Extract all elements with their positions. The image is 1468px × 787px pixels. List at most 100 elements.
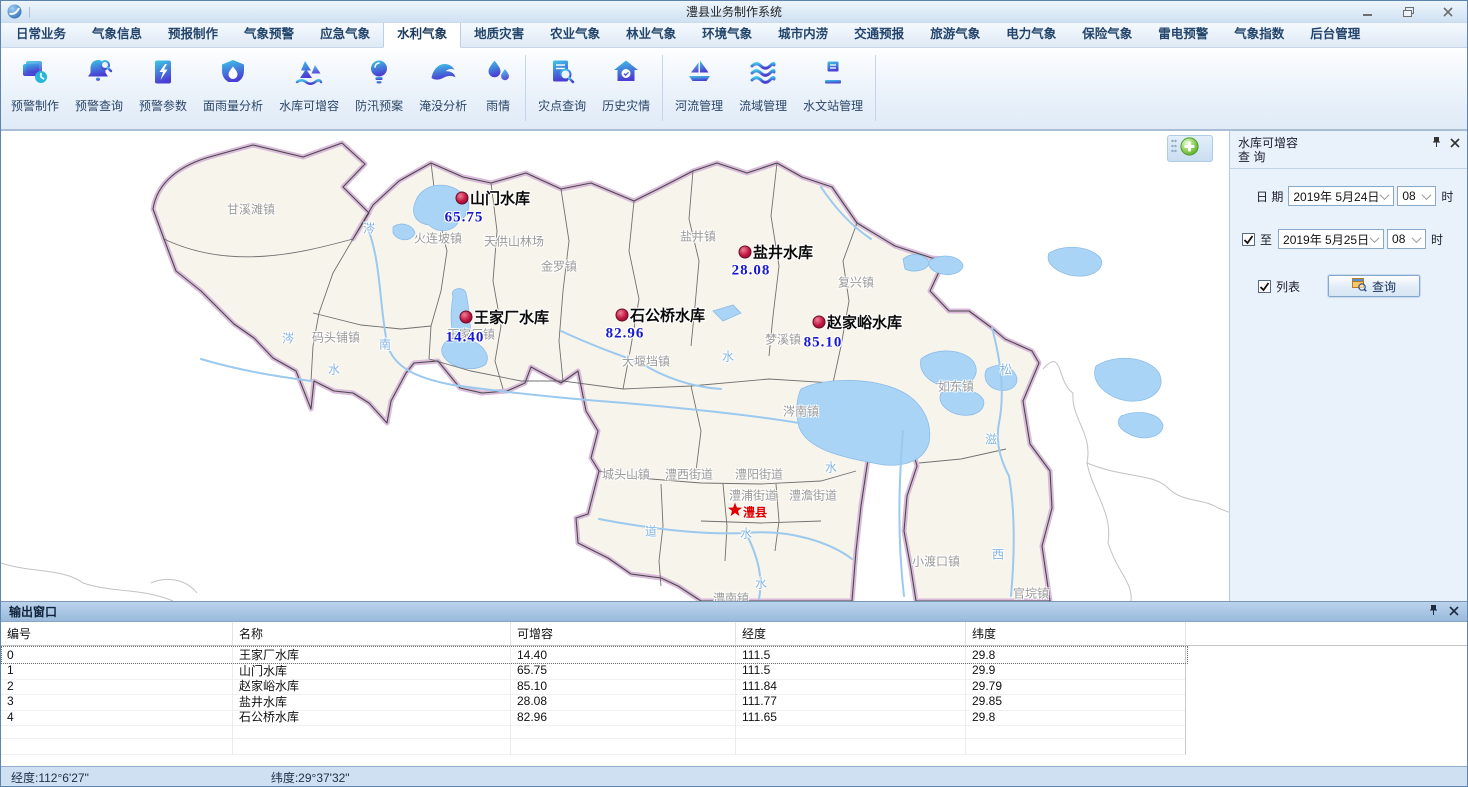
- toolbar-button-submerge-analysis[interactable]: 淹没分析: [411, 48, 475, 118]
- column-header[interactable]: 名称: [233, 622, 511, 645]
- column-header[interactable]: 编号: [1, 622, 233, 645]
- map-river-label: 松: [1000, 361, 1012, 378]
- output-table-body: 0王家厂水库14.40111.529.81山门水库65.75111.529.92…: [1, 646, 1467, 755]
- table-cell: [736, 724, 966, 740]
- map-town-label: 澧西街道: [665, 466, 713, 483]
- map-town-label: 城头山镇: [602, 466, 650, 483]
- toolbar-button-warning-search[interactable]: 预警查询: [67, 48, 131, 118]
- map-town-label: 涔南镇: [783, 403, 819, 420]
- menu-tab-15[interactable]: 保险气象: [1069, 19, 1145, 47]
- table-row[interactable]: 2赵家峪水库85.10111.8429.79: [1, 677, 1467, 693]
- minimize-button[interactable]: [1355, 4, 1381, 20]
- menu-tab-1[interactable]: 日常业务: [3, 19, 79, 47]
- output-table-header: 编号 名称 可增容 经度 纬度: [1, 622, 1467, 646]
- county-seat-star-icon: [728, 503, 743, 522]
- menu-tab-3[interactable]: 预报制作: [155, 19, 231, 47]
- toolbar-button-warning-params[interactable]: 预警参数: [131, 48, 195, 118]
- map-canvas[interactable]: 甘溪滩镇火连坡镇天供山林场金罗镇盐井镇复兴镇码头铺镇王家厂镇梦溪镇大堰垱镇涔南镇…: [1, 131, 1229, 601]
- restore-button[interactable]: [1395, 4, 1421, 20]
- column-header[interactable]: 经度: [736, 622, 966, 645]
- map-town-label: 金罗镇: [541, 258, 577, 275]
- hydro-station-icon: [818, 57, 848, 92]
- menu-tab-12[interactable]: 交通预报: [841, 19, 917, 47]
- map-river-label: 涔: [363, 220, 375, 237]
- table-cell: [1, 724, 233, 740]
- table-row[interactable]: 0王家厂水库14.40111.529.8: [1, 646, 1467, 662]
- table-row[interactable]: [1, 724, 1467, 740]
- county-seat-label: 澧县: [743, 504, 767, 521]
- rain-info-icon: [483, 57, 513, 92]
- menu-tab-18[interactable]: 后台管理: [1297, 19, 1373, 47]
- reservoir-value-label: 65.75: [445, 210, 484, 227]
- menu-tab-13[interactable]: 旅游气象: [917, 19, 993, 47]
- menu-tab-7[interactable]: 地质灾害: [461, 19, 537, 47]
- menu-tab-10[interactable]: 环境气象: [689, 19, 765, 47]
- map-town-label: 澧南镇: [713, 590, 749, 602]
- reservoir-name-label: 石公桥水库: [630, 305, 705, 326]
- menu-tab-11[interactable]: 城市内涝: [765, 19, 841, 47]
- column-header[interactable]: 可增容: [511, 622, 736, 645]
- table-row[interactable]: 3盐井水库28.08111.7729.85: [1, 693, 1467, 709]
- map-river-label: 水: [740, 525, 752, 542]
- toolbar-button-rain-info[interactable]: 雨情: [475, 48, 521, 118]
- drag-handle-icon[interactable]: [1171, 139, 1177, 158]
- chevron-down-icon: [1422, 190, 1432, 200]
- menu-tab-8[interactable]: 农业气象: [537, 19, 613, 47]
- toolbar-button-disaster-search[interactable]: 灾点查询: [530, 48, 594, 118]
- area-rainfall-icon: [218, 57, 248, 92]
- query-button[interactable]: 查询: [1328, 275, 1420, 297]
- output-window: 输出窗口 编号 名称 可增容 经度 纬度 0王家厂水库14.40111.529.…: [1, 601, 1467, 766]
- menu-tab-2[interactable]: 气象信息: [79, 19, 155, 47]
- to-date-checkbox[interactable]: [1242, 233, 1255, 246]
- date-to-select[interactable]: 2019年 5月25日: [1278, 229, 1384, 249]
- toolbar-separator: [662, 55, 663, 121]
- table-cell: [233, 739, 511, 755]
- reservoir-query-panel: 水库可增容 查 询 日 期 2019年 5月24日 08 时 至 2019年 5…: [1229, 131, 1467, 601]
- toolbar-button-disaster-history[interactable]: 历史灾情: [594, 48, 658, 118]
- map-town-label: 小渡口镇: [912, 553, 960, 570]
- close-window-button[interactable]: [1435, 4, 1461, 20]
- column-header-empty: [1186, 622, 1467, 645]
- menu-tab-9[interactable]: 林业气象: [613, 19, 689, 47]
- column-header[interactable]: 纬度: [966, 622, 1186, 645]
- panel-title-line2: 查 询: [1238, 150, 1459, 164]
- table-cell: [1186, 646, 1467, 664]
- list-label: 列表: [1276, 278, 1300, 295]
- toolbar-button-river-manage[interactable]: 河流管理: [667, 48, 731, 118]
- menu-tab-4[interactable]: 气象预警: [231, 19, 307, 47]
- map-town-label: 梦溪镇: [765, 331, 801, 348]
- reservoir-marker[interactable]: [460, 311, 473, 324]
- menu-tab-17[interactable]: 气象指数: [1221, 19, 1297, 47]
- menu-tab-16[interactable]: 雷电预警: [1145, 19, 1221, 47]
- menu-tab-5[interactable]: 应急气象: [307, 19, 383, 47]
- zoom-add-button[interactable]: [1180, 137, 1199, 161]
- map-town-label: 码头铺镇: [312, 329, 360, 346]
- map-town-label: 天供山林场: [484, 233, 544, 250]
- reservoir-marker[interactable]: [616, 309, 629, 322]
- toolbar-button-area-rainfall[interactable]: 面雨量分析: [195, 48, 271, 118]
- toolbar-button-hydro-station[interactable]: 水文站管理: [795, 48, 871, 118]
- table-row[interactable]: 4石公桥水库82.96111.6529.8: [1, 708, 1467, 724]
- toolbar-button-warning-create[interactable]: 预警制作: [3, 48, 67, 118]
- map-town-label: 如东镇: [938, 378, 974, 395]
- pin-button[interactable]: [1428, 605, 1439, 619]
- toolbar-button-flood-plan[interactable]: 防汛预案: [347, 48, 411, 118]
- map-river-label: 滋: [985, 431, 997, 448]
- menu-tab-14[interactable]: 电力气象: [993, 19, 1069, 47]
- flood-plan-icon: [364, 57, 394, 92]
- map-overlay: 甘溪滩镇火连坡镇天供山林场金罗镇盐井镇复兴镇码头铺镇王家厂镇梦溪镇大堰垱镇涔南镇…: [1, 131, 1229, 601]
- table-row[interactable]: [1, 739, 1467, 755]
- close-output-button[interactable]: [1449, 605, 1459, 619]
- toolbar-button-basin-manage[interactable]: 流域管理: [731, 48, 795, 118]
- close-panel-button[interactable]: [1450, 137, 1460, 151]
- toolbar-button-reservoir-capacity[interactable]: 水库可增容: [271, 48, 347, 118]
- reservoir-marker[interactable]: [813, 316, 826, 329]
- date-from-select[interactable]: 2019年 5月24日: [1288, 186, 1394, 206]
- list-checkbox[interactable]: [1258, 280, 1271, 293]
- reservoir-marker[interactable]: [739, 246, 752, 259]
- hour-from-select[interactable]: 08: [1397, 186, 1436, 206]
- reservoir-marker[interactable]: [456, 192, 469, 205]
- reservoir-value-label: 85.10: [804, 335, 843, 352]
- pin-button[interactable]: [1431, 137, 1442, 151]
- hour-to-select[interactable]: 08: [1387, 229, 1426, 249]
